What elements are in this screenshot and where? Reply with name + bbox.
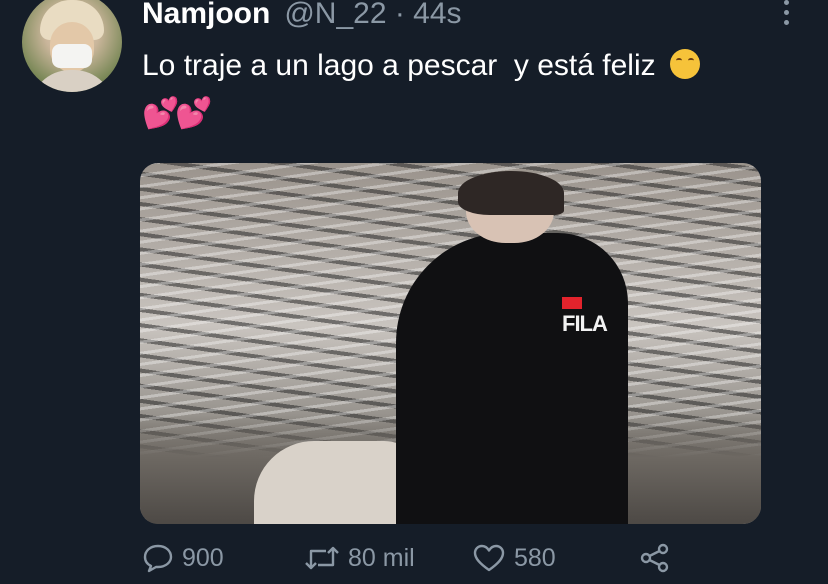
share-button[interactable] xyxy=(638,540,672,576)
retweet-count: 80 mil xyxy=(348,543,415,572)
tweet-text: Lo traje a un lago a pescar y está feliz xyxy=(142,42,812,90)
heart-icon xyxy=(473,544,505,572)
author-handle-time[interactable]: @N_22 · 44s xyxy=(284,0,461,31)
jacket-logo: FILA xyxy=(562,297,610,337)
photo-person-hair xyxy=(458,171,564,215)
speech-bubble-icon xyxy=(143,544,173,573)
logo-text: FILA xyxy=(562,311,608,336)
tweet-header: Namjoon @N_22 · 44s xyxy=(142,0,462,32)
tweet-text-content: Lo traje a un lago a pescar y está feliz xyxy=(142,49,656,82)
like-button[interactable]: 580 xyxy=(472,540,556,576)
retweet-button[interactable]: 80 mil xyxy=(304,540,415,576)
reply-button[interactable]: 900 xyxy=(142,540,224,576)
more-vertical-icon[interactable] xyxy=(776,0,796,26)
share-icon xyxy=(640,543,669,573)
photo-person-jacket xyxy=(396,233,628,524)
logo-red-block xyxy=(562,297,582,309)
like-count: 580 xyxy=(514,543,556,572)
tweet-photo[interactable]: FILA xyxy=(140,163,761,524)
reply-count: 900 xyxy=(182,543,224,572)
smiling-face-emoji-icon xyxy=(669,49,700,79)
tweet-actions: 900 80 mil 580 xyxy=(142,540,682,576)
avatar-shirt xyxy=(30,70,114,92)
two-hearts-emoji-icon: 💕💕 xyxy=(142,96,213,131)
retweet-icon xyxy=(305,546,339,570)
author-name[interactable]: Namjoon xyxy=(142,0,270,31)
author-avatar[interactable] xyxy=(22,0,122,92)
avatar-mask xyxy=(52,44,92,68)
